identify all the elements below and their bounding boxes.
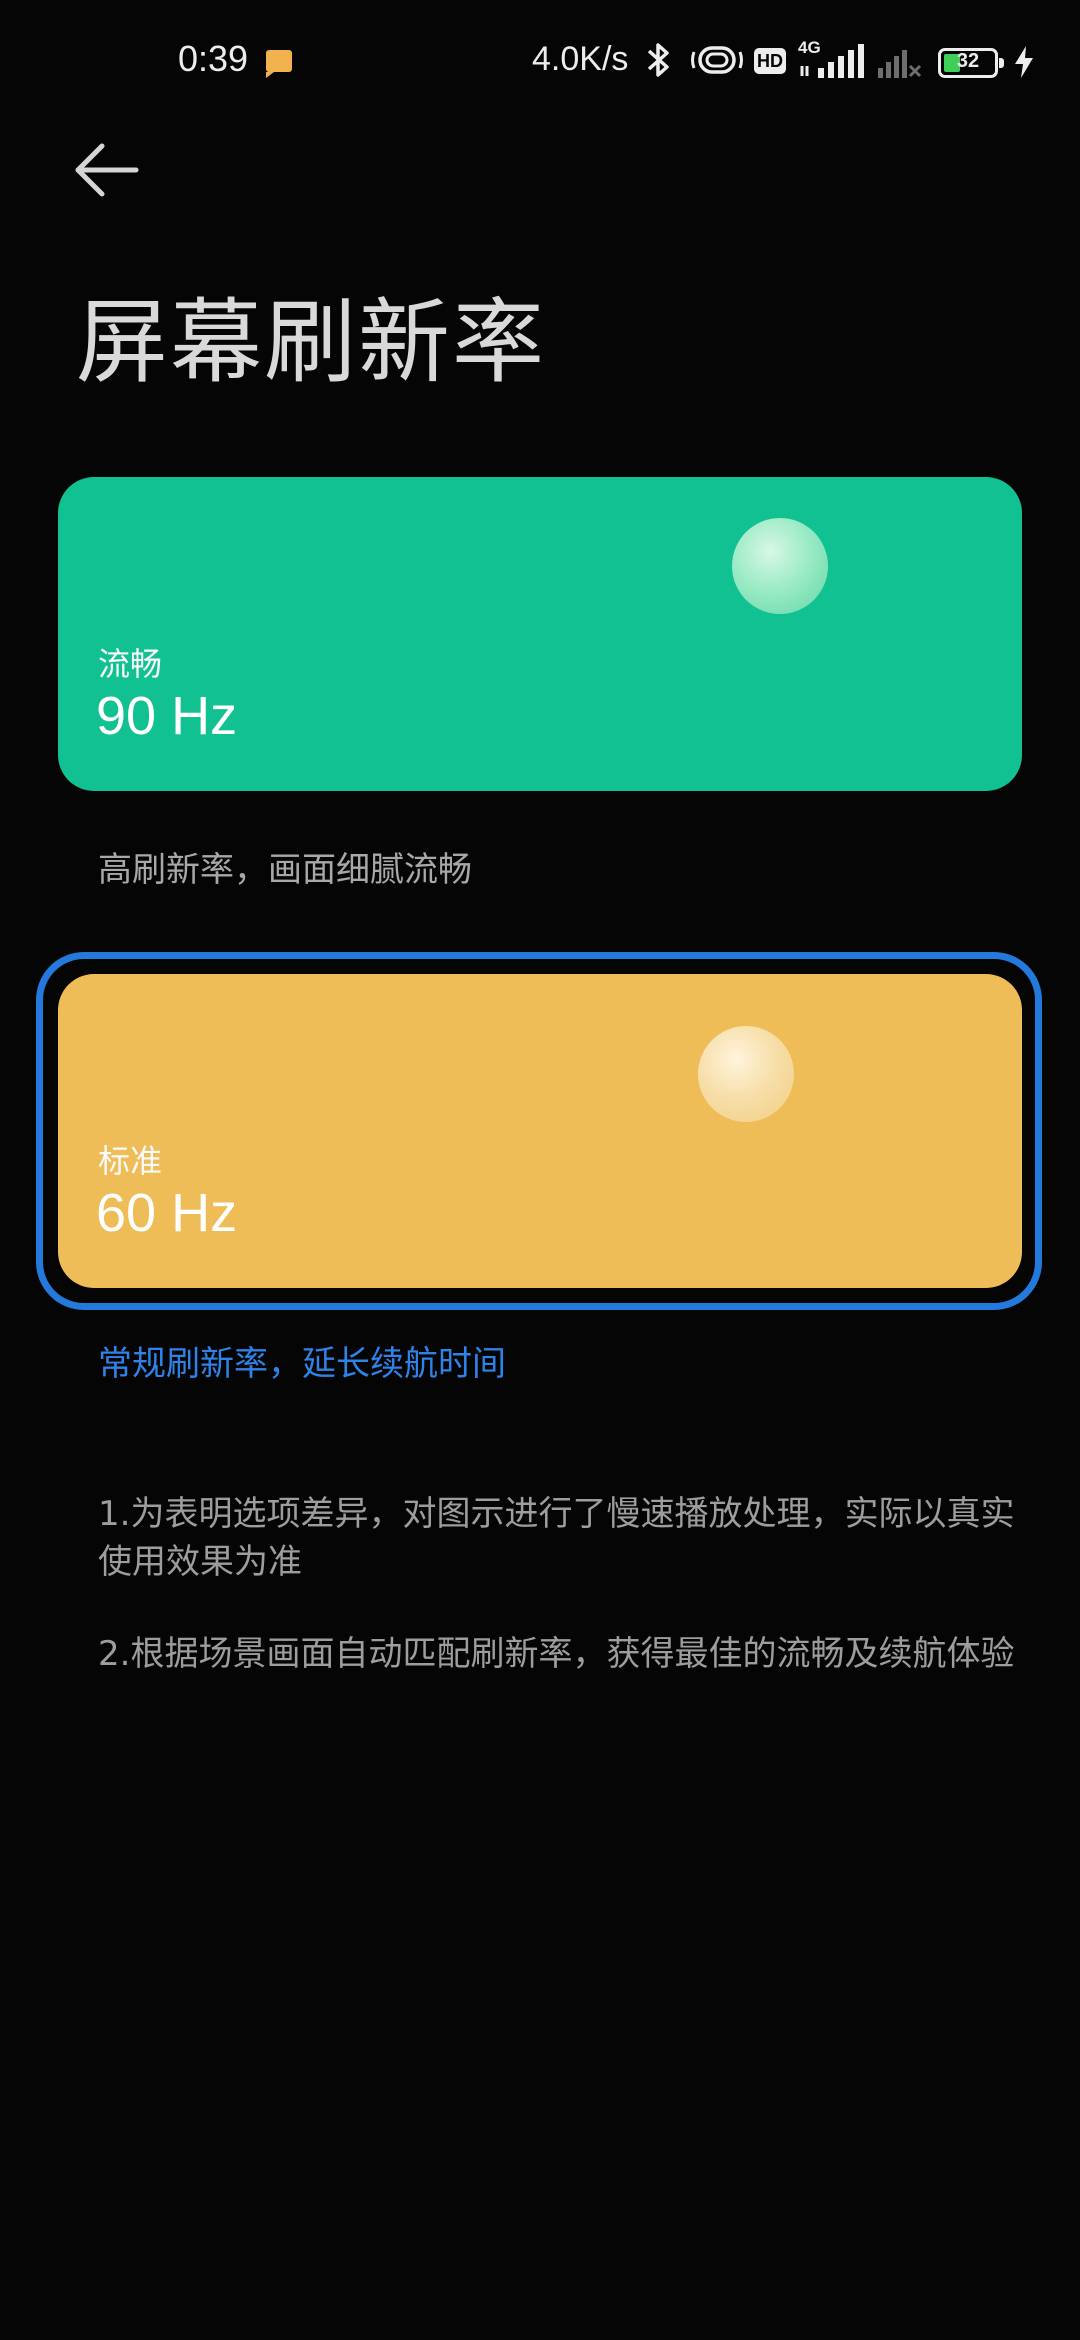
refresh-rate-screen: 0:39 4.0K/s HD 4G 32 屏幕刷新率 流畅 90 Hz 高刷新率… (0, 0, 1080, 2340)
back-button[interactable] (72, 140, 142, 200)
animated-ball-graphic (698, 1026, 794, 1122)
note-text: 1.为表明选项差异，对图示进行了慢速播放处理，实际以真实使用效果为准 (98, 1494, 1015, 1582)
signal-no-service-icon (878, 50, 922, 78)
option-rate-value: 90 Hz (96, 686, 238, 746)
charging-icon (1015, 46, 1033, 78)
page-title: 屏幕刷新率 (76, 289, 547, 396)
notification-icon (266, 50, 292, 78)
status-time: 0:39 (178, 38, 249, 79)
vibrate-icon (691, 46, 743, 74)
back-arrow-icon (75, 143, 139, 197)
battery-level: 32 (956, 50, 980, 72)
hd-icon: HD (754, 48, 786, 74)
note-text: 2.根据场景画面自动匹配刷新率，获得最佳的流畅及续航体验 (98, 1634, 1015, 1674)
network-speed: 4.0K/s (532, 40, 629, 78)
option-description-selected: 常规刷新率，延长续航时间 (98, 1344, 506, 1384)
option-description: 高刷新率，画面细腻流畅 (98, 850, 472, 890)
battery-icon: 32 (938, 48, 1004, 78)
option-rate-value: 60 Hz (96, 1183, 238, 1243)
option-mode-label: 标准 (98, 1142, 163, 1180)
option-mode-label: 流畅 (98, 645, 163, 683)
option-card-90hz[interactable]: 流畅 90 Hz (58, 477, 1022, 791)
animated-ball-graphic (732, 518, 828, 614)
bluetooth-icon (647, 43, 669, 77)
status-bar: 0:39 4.0K/s HD 4G 32 (0, 0, 1080, 120)
signal-icon (800, 44, 864, 78)
option-card-60hz[interactable]: 标准 60 Hz (58, 974, 1022, 1288)
